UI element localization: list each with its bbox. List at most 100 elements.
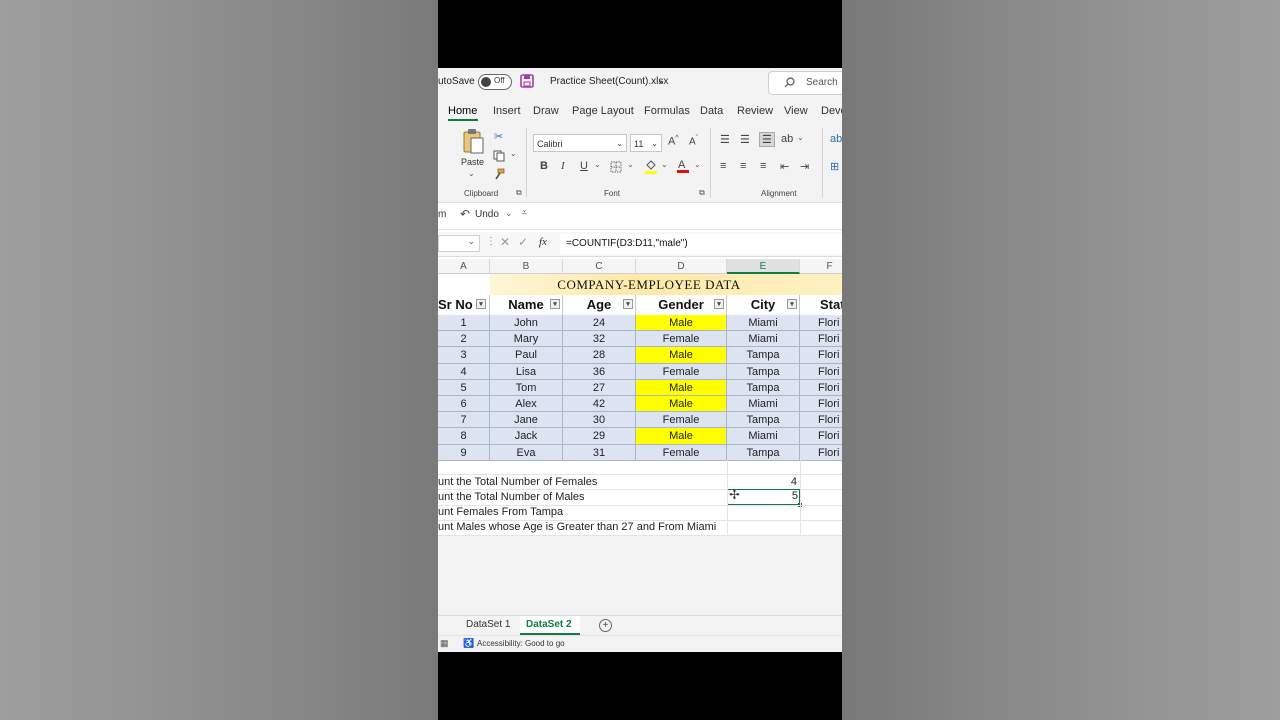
orientation-dropdown-icon[interactable]: ⌄ — [797, 133, 804, 142]
italic-button[interactable]: I — [561, 160, 565, 172]
table-cell-sr-no[interactable]: 7 — [438, 412, 490, 429]
table-cell-state[interactable]: Flori — [800, 396, 842, 413]
table-cell-name[interactable]: John — [490, 315, 563, 332]
align-bottom-icon[interactable]: ☰ — [759, 132, 775, 147]
table-cell-city[interactable]: Tampa — [727, 444, 800, 461]
tab-home[interactable]: Home — [448, 105, 477, 117]
filter-dropdown-icon[interactable]: ▾ — [476, 299, 486, 309]
tab-draw[interactable]: Draw — [533, 105, 559, 117]
borders-dropdown-icon[interactable]: ⌄ — [627, 160, 634, 169]
merge-center-icon[interactable]: ⊞ — [830, 160, 839, 173]
align-right-icon[interactable]: ≡ — [760, 160, 766, 172]
header-city[interactable]: City ▾ — [727, 295, 800, 315]
chevron-down-icon[interactable]: ⌄ — [657, 75, 665, 86]
decrease-indent-icon[interactable]: ⇤ — [780, 160, 789, 173]
accessibility-status[interactable]: Accessibility: Good to go — [477, 639, 565, 648]
tab-formulas[interactable]: Formulas — [644, 105, 690, 117]
table-cell-city[interactable]: Tampa — [727, 363, 800, 380]
table-cell-gender[interactable]: Male — [636, 379, 727, 396]
table-cell-gender[interactable]: Male — [636, 428, 727, 445]
table-cell-state[interactable]: Flori — [800, 331, 842, 348]
bold-button[interactable]: B — [540, 160, 548, 172]
paste-label[interactable]: Paste — [461, 157, 484, 167]
name-box[interactable]: ⌄ — [438, 235, 480, 252]
table-cell-city[interactable]: Tampa — [727, 347, 800, 364]
table-cell-name[interactable]: Jack — [490, 428, 563, 445]
customize-qat-icon[interactable]: ⩡ — [522, 207, 527, 218]
table-cell-city[interactable]: Miami — [727, 396, 800, 413]
borders-icon[interactable] — [610, 161, 622, 173]
table-cell-age[interactable]: 42 — [563, 396, 636, 413]
table-cell-city[interactable]: Tampa — [727, 379, 800, 396]
tab-data[interactable]: Data — [700, 105, 723, 117]
table-cell-state[interactable]: Flori — [800, 379, 842, 396]
align-top-icon[interactable]: ☰ — [720, 133, 730, 146]
table-cell-gender[interactable]: Male — [636, 396, 727, 413]
search-box[interactable]: Search — [768, 71, 842, 95]
copy-dropdown-icon[interactable]: ⌄ — [510, 149, 517, 158]
table-cell-sr-no[interactable]: 5 — [438, 379, 490, 396]
underline-button[interactable]: U — [580, 160, 588, 172]
clipboard-launcher-icon[interactable]: ⧉ — [516, 188, 522, 198]
font-color-icon[interactable]: A — [676, 158, 690, 174]
align-center-icon[interactable]: ≡ — [740, 160, 746, 172]
cancel-icon[interactable]: ✕ — [500, 235, 510, 249]
table-cell-state[interactable]: Flori — [800, 412, 842, 429]
column-header-b[interactable]: B — [490, 259, 563, 274]
table-cell-city[interactable]: Miami — [727, 331, 800, 348]
table-cell-age[interactable]: 28 — [563, 347, 636, 364]
table-cell-gender[interactable]: Male — [636, 347, 727, 364]
table-cell-gender[interactable]: Female — [636, 444, 727, 461]
fill-color-dropdown-icon[interactable]: ⌄ — [661, 160, 668, 169]
format-painter-icon[interactable] — [493, 168, 505, 180]
tab-review[interactable]: Review — [737, 105, 773, 117]
shrink-font-icon[interactable]: Aˇ — [689, 135, 698, 147]
add-sheet-icon[interactable]: + — [599, 619, 612, 632]
font-color-dropdown-icon[interactable]: ⌄ — [694, 160, 701, 169]
table-cell-sr-no[interactable]: 9 — [438, 444, 490, 461]
table-cell-name[interactable]: Paul — [490, 347, 563, 364]
table-cell-age[interactable]: 31 — [563, 444, 636, 461]
undo-label[interactable]: Undo — [475, 209, 499, 220]
fill-color-icon[interactable] — [644, 159, 658, 174]
table-cell-gender[interactable]: Female — [636, 363, 727, 380]
formula-input[interactable]: =COUNTIF(D3:D11,"male") — [560, 234, 842, 254]
table-cell-sr-no[interactable]: 6 — [438, 396, 490, 413]
table-title[interactable]: COMPANY-EMPLOYEE DATA — [490, 274, 842, 295]
active-cell[interactable]: 5 ✢ — [727, 487, 802, 507]
table-cell-sr-no[interactable]: 1 — [438, 315, 490, 332]
table-cell-gender[interactable]: Female — [636, 331, 727, 348]
table-cell-sr-no[interactable]: 2 — [438, 331, 490, 348]
cut-icon[interactable]: ✂ — [494, 130, 503, 143]
table-cell-name[interactable]: Tom — [490, 379, 563, 396]
table-cell-city[interactable]: Miami — [727, 428, 800, 445]
tab-page-layout[interactable]: Page Layout — [572, 105, 634, 117]
filter-dropdown-icon[interactable]: ▾ — [550, 299, 560, 309]
file-name[interactable]: Practice Sheet(Count).xlsx — [550, 76, 668, 87]
align-left-icon[interactable]: ≡ — [720, 160, 726, 172]
table-cell-name[interactable]: Lisa — [490, 363, 563, 380]
wrap-text-icon[interactable]: ab — [830, 133, 842, 145]
table-cell-state[interactable]: Flori — [800, 315, 842, 332]
table-cell-sr-no[interactable]: 8 — [438, 428, 490, 445]
table-cell-city[interactable]: Tampa — [727, 412, 800, 429]
save-icon[interactable] — [520, 74, 534, 88]
paste-icon[interactable] — [462, 128, 484, 154]
font-launcher-icon[interactable]: ⧉ — [699, 188, 705, 198]
filter-dropdown-icon[interactable]: ▾ — [714, 299, 724, 309]
table-cell-sr-no[interactable]: 4 — [438, 363, 490, 380]
header-age[interactable]: Age ▾ — [563, 295, 636, 315]
task-label[interactable]: unt the Total Number of Males — [438, 491, 585, 503]
blank-cell[interactable] — [438, 274, 491, 295]
table-cell-state[interactable]: Flori — [800, 363, 842, 380]
table-cell-age[interactable]: 29 — [563, 428, 636, 445]
header-sr-no[interactable]: Sr No ▾ — [438, 295, 490, 315]
tab-insert[interactable]: Insert — [493, 105, 521, 117]
undo-icon[interactable]: ↶ — [460, 207, 470, 221]
table-cell-state[interactable]: Flori — [800, 347, 842, 364]
filter-dropdown-icon[interactable]: ▾ — [623, 299, 633, 309]
orientation-icon[interactable]: ab — [781, 133, 793, 145]
enter-icon[interactable]: ✓ — [518, 235, 528, 249]
column-header-d[interactable]: D — [636, 259, 727, 274]
paste-dropdown-icon[interactable]: ⌄ — [468, 169, 475, 178]
